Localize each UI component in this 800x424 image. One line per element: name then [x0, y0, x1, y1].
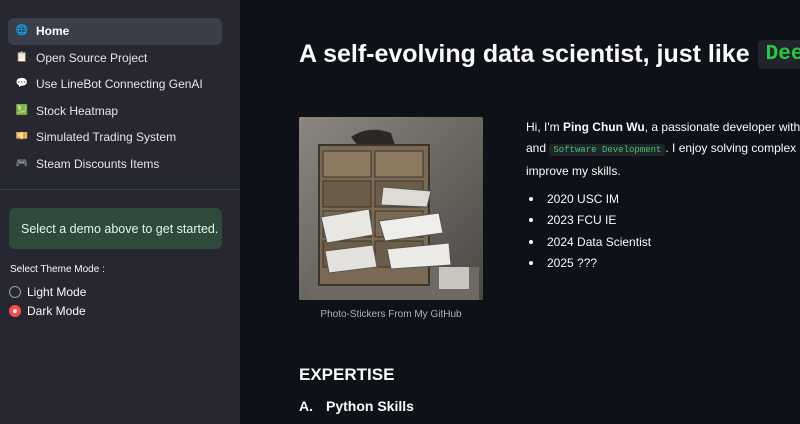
nav-item-label: Steam Discounts Items [36, 156, 160, 171]
list-item: 2024 Data Scientist [526, 231, 651, 253]
sidebar: 🌐 Home 📋 Open Source Project 💬 Use LineB… [0, 0, 240, 424]
page-title-text: A self-evolving data scientist, just lik… [299, 40, 750, 68]
milestone-list: 2020 USC IM 2023 FCU IE 2024 Data Scient… [526, 188, 651, 274]
photo-caption: Photo-Stickers From My GitHub [320, 309, 462, 320]
radio-circle-selected-icon [9, 305, 21, 317]
list-item: 2025 ??? [526, 253, 651, 275]
photo-stickers-image [299, 117, 483, 300]
globe-icon: 🌐 [15, 25, 29, 37]
nav-item-label: Simulated Trading System [36, 130, 177, 145]
intro-text: Hi, I'm [526, 120, 563, 134]
main-content: A self-evolving data scientist, just lik… [240, 0, 800, 424]
radio-light-mode[interactable]: Light Mode [9, 285, 86, 299]
nav-item-steam-discounts[interactable]: 🎮 Steam Discounts Items [8, 151, 222, 178]
nav-item-label: Home [36, 24, 70, 39]
nav-item-simulated-trading[interactable]: 💴 Simulated Trading System [8, 124, 222, 151]
list-item: 2023 FCU IE [526, 210, 651, 232]
chart-icon: 💹 [15, 104, 29, 116]
skill-heading: A. Python Skills [299, 398, 414, 414]
page-title: A self-evolving data scientist, just lik… [299, 40, 800, 69]
nav-item-open-source-project[interactable]: 📋 Open Source Project [8, 45, 222, 72]
nav-item-linebot-genai[interactable]: 💬 Use LineBot Connecting GenAI [8, 71, 222, 98]
radio-dark-mode[interactable]: Dark Mode [9, 304, 86, 318]
intro-text: improve my skills. [526, 164, 621, 178]
page-title-code: Deep Learning [757, 40, 800, 69]
cabinet-illustration [299, 117, 483, 300]
intro-paragraph: Hi, I'm Ping Chun Wu, a passionate devel… [526, 117, 800, 182]
nav-item-label: Open Source Project [36, 50, 148, 65]
clipboard-icon: 📋 [15, 51, 29, 63]
skill-title: Python Skills [326, 398, 414, 414]
speech-bubble-icon: 💬 [15, 78, 29, 90]
info-message: Select a demo above to get started. [9, 208, 222, 249]
radio-label: Dark Mode [27, 304, 86, 318]
nav-item-home[interactable]: 🌐 Home [8, 18, 222, 45]
inline-code: Software Development [549, 144, 666, 156]
nav-item-stock-heatmap[interactable]: 💹 Stock Heatmap [8, 98, 222, 125]
theme-mode-label: Select Theme Mode : [10, 264, 105, 275]
radio-circle-unselected-icon [9, 286, 21, 298]
intro-text: and [526, 141, 550, 155]
expertise-heading: EXPERTISE [299, 365, 395, 384]
skill-number: A. [299, 398, 313, 414]
gamepad-icon: 🎮 [15, 157, 29, 169]
intro-text: , a passionate developer with a focus on [644, 120, 800, 134]
sidebar-nav: 🌐 Home 📋 Open Source Project 💬 Use LineB… [8, 18, 222, 177]
intro-text: . I enjoy solving complex problems and [665, 141, 800, 155]
nav-item-label: Stock Heatmap [36, 103, 119, 118]
nav-item-label: Use LineBot Connecting GenAI [36, 77, 203, 92]
author-name: Ping Chun Wu [562, 120, 645, 134]
sidebar-divider [0, 189, 240, 190]
money-icon: 💴 [15, 131, 29, 143]
radio-label: Light Mode [27, 285, 87, 299]
list-item: 2020 USC IM [526, 188, 651, 210]
